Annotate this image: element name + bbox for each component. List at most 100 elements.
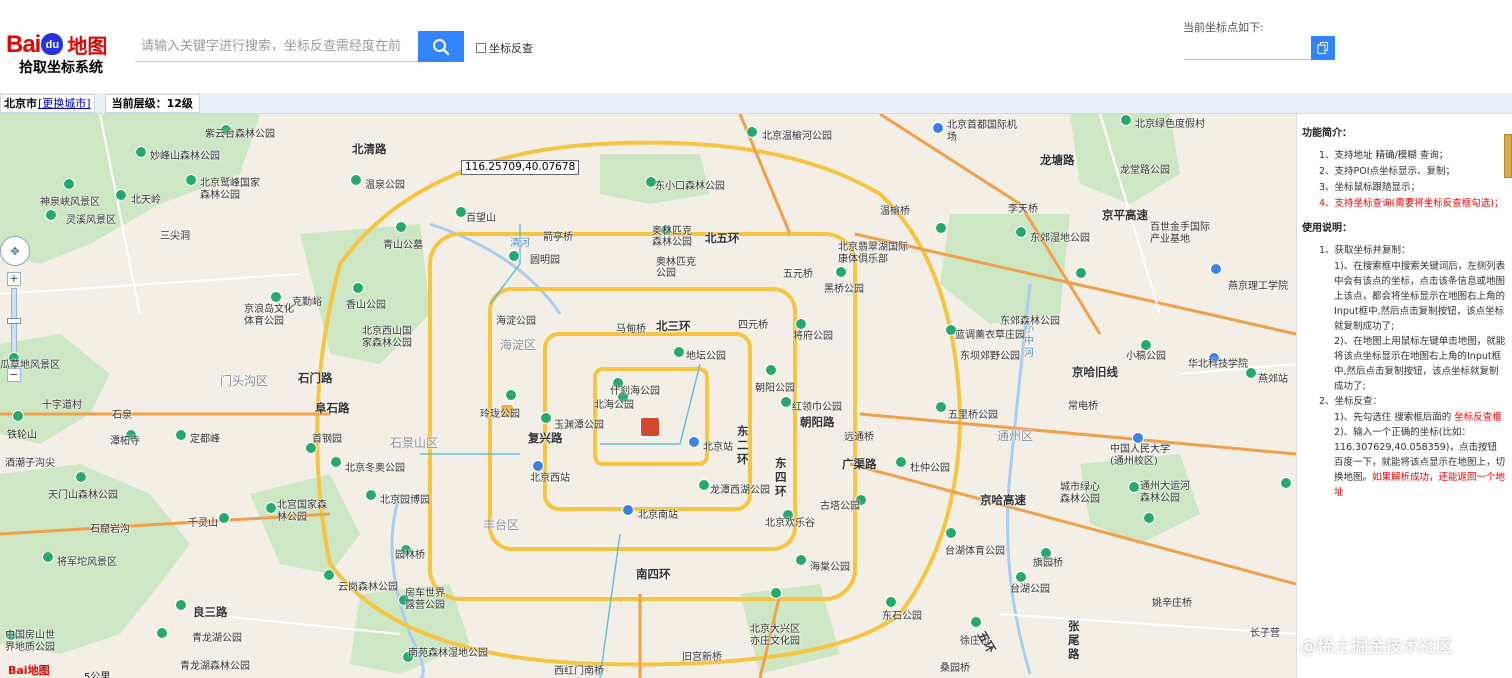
map-label: 京哈旧线 [1072, 365, 1118, 379]
park-poi-icon[interactable] [1120, 114, 1132, 126]
park-poi-icon[interactable] [770, 587, 782, 599]
map-label: 中国人民大学(通州校区) [1110, 444, 1170, 467]
station-poi-icon[interactable] [688, 436, 700, 448]
park-poi-icon[interactable] [175, 599, 187, 611]
tiananmen-icon[interactable] [640, 417, 660, 437]
park-poi-icon[interactable] [746, 126, 758, 138]
park-poi-icon[interactable] [505, 389, 517, 401]
park-poi-icon[interactable] [12, 410, 24, 422]
airport-poi-icon[interactable] [932, 122, 944, 134]
park-poi-icon[interactable] [395, 221, 407, 233]
reverse-lookup-toggle[interactable]: 坐标反查 [476, 40, 533, 56]
usage-title: 使用说明： [1302, 223, 1352, 234]
map-label: 十字道村 [42, 400, 82, 411]
park-poi-icon[interactable] [945, 527, 957, 539]
park-poi-icon[interactable] [765, 364, 777, 376]
park-poi-icon[interactable] [63, 178, 75, 190]
park-poi-icon[interactable] [1075, 267, 1087, 279]
map-canvas[interactable]: ✥ + − 116.25709,40.07678 紫云台森林公园 妙峰山森林公园… [0, 114, 1296, 678]
park-poi-icon[interactable] [135, 146, 147, 158]
map-label: 丰台区 [483, 518, 520, 532]
map-label: 温泉公园 [365, 180, 405, 191]
zoom-in-button[interactable]: + [7, 272, 21, 286]
map-label: 北清路 [352, 142, 387, 156]
reverse-lookup-checkbox[interactable] [476, 43, 486, 53]
school-poi-icon[interactable] [1132, 432, 1144, 444]
park-poi-icon[interactable] [42, 551, 54, 563]
map-label: 石泉 [112, 410, 132, 421]
map-label: 圆明园 [530, 255, 560, 266]
map-label: 良三路 [193, 605, 228, 619]
change-city-link[interactable]: [更换城市] [38, 95, 91, 111]
map-label: 北京温榆河公园 [762, 131, 832, 142]
park-poi-icon[interactable] [1128, 481, 1140, 493]
map-label: 五元桥 [783, 269, 813, 280]
city-name: 北京市 [4, 97, 37, 110]
zoom-slider-handle[interactable] [7, 318, 21, 324]
park-poi-icon[interactable] [75, 471, 87, 483]
station-poi-icon[interactable] [622, 504, 634, 516]
park-poi-icon[interactable] [1280, 477, 1292, 489]
park-poi-icon[interactable] [352, 282, 364, 294]
park-poi-icon[interactable] [350, 174, 362, 186]
map-label: 台湖公园 [1010, 584, 1050, 595]
map-label: 杜仲公园 [910, 463, 950, 474]
map-label: 箭亭桥 [543, 232, 573, 243]
map-label: 阜石路 [315, 401, 350, 415]
map-label: 三尖洞 [160, 231, 190, 242]
park-poi-icon[interactable] [835, 266, 847, 278]
map-label: 远通桥 [844, 432, 874, 443]
park-poi-icon[interactable] [673, 346, 685, 358]
park-poi-icon[interactable] [698, 479, 710, 491]
park-poi-icon[interactable] [970, 616, 982, 628]
park-poi-icon[interactable] [115, 189, 127, 201]
baidu-map-logo[interactable]: Bai du 地图 拾取坐标系统 [6, 30, 126, 80]
map-label: 千灵山 [188, 518, 218, 529]
map-label: 北京西山国家森林公园 [362, 326, 412, 349]
pan-control-icon[interactable]: ✥ [0, 236, 30, 266]
park-poi-icon[interactable] [1015, 226, 1027, 238]
map-label: 奥林匹克公园 [656, 257, 696, 279]
park-poi-icon[interactable] [780, 396, 792, 408]
park-poi-icon[interactable] [508, 250, 520, 262]
map-label: 广渠路 [842, 457, 877, 471]
map-label: 北三环 [656, 319, 691, 333]
coord-tooltip: 116.25709,40.07678 [461, 160, 580, 175]
park-poi-icon[interactable] [265, 502, 277, 514]
park-poi-icon[interactable] [935, 401, 947, 413]
search-button[interactable] [418, 31, 464, 62]
map-label: 石窟岩沟 [90, 524, 130, 535]
park-poi-icon[interactable] [935, 222, 947, 234]
copy-button[interactable] [1311, 36, 1335, 60]
map-label: 天门山森林公园 [48, 490, 118, 501]
park-poi-icon[interactable] [795, 554, 807, 566]
map-label: 马甸桥 [616, 324, 646, 335]
map-label: 旧宫新桥 [682, 652, 722, 663]
park-poi-icon[interactable] [365, 489, 377, 501]
map-label: 朝阳公园 [755, 383, 795, 394]
park-poi-icon[interactable] [1143, 512, 1155, 524]
park-poi-icon[interactable] [270, 291, 282, 303]
park-poi-icon[interactable] [895, 456, 907, 468]
usage-item: 2)、输入一个正确的坐标(比如：116.307629,40.058359)，点击… [1302, 425, 1506, 500]
park-poi-icon[interactable] [323, 569, 335, 581]
map-label: 龙塘路 [1040, 153, 1075, 167]
map-label: 旗园桥 [1033, 558, 1063, 569]
park-poi-icon[interactable] [156, 627, 168, 639]
coord-output-field[interactable] [1185, 36, 1310, 60]
park-poi-icon[interactable] [185, 174, 197, 186]
map-label: 玲珑公园 [480, 409, 520, 420]
park-poi-icon[interactable] [218, 512, 230, 524]
park-poi-icon[interactable] [45, 209, 57, 221]
search-input[interactable] [141, 38, 411, 54]
map-label: 燕京理工学院 [1228, 281, 1288, 292]
park-poi-icon[interactable] [175, 429, 187, 441]
park-poi-icon[interactable] [330, 456, 342, 468]
park-poi-icon[interactable] [540, 412, 552, 424]
map-label: 将府公园 [793, 331, 833, 342]
map-label: 四元桥 [738, 320, 768, 331]
school-poi-icon[interactable] [1210, 263, 1222, 275]
map-label: 潭柘寺 [110, 436, 140, 447]
panel-scrollbar[interactable] [1504, 134, 1512, 178]
map-label: 红领巾公园 [792, 402, 842, 413]
